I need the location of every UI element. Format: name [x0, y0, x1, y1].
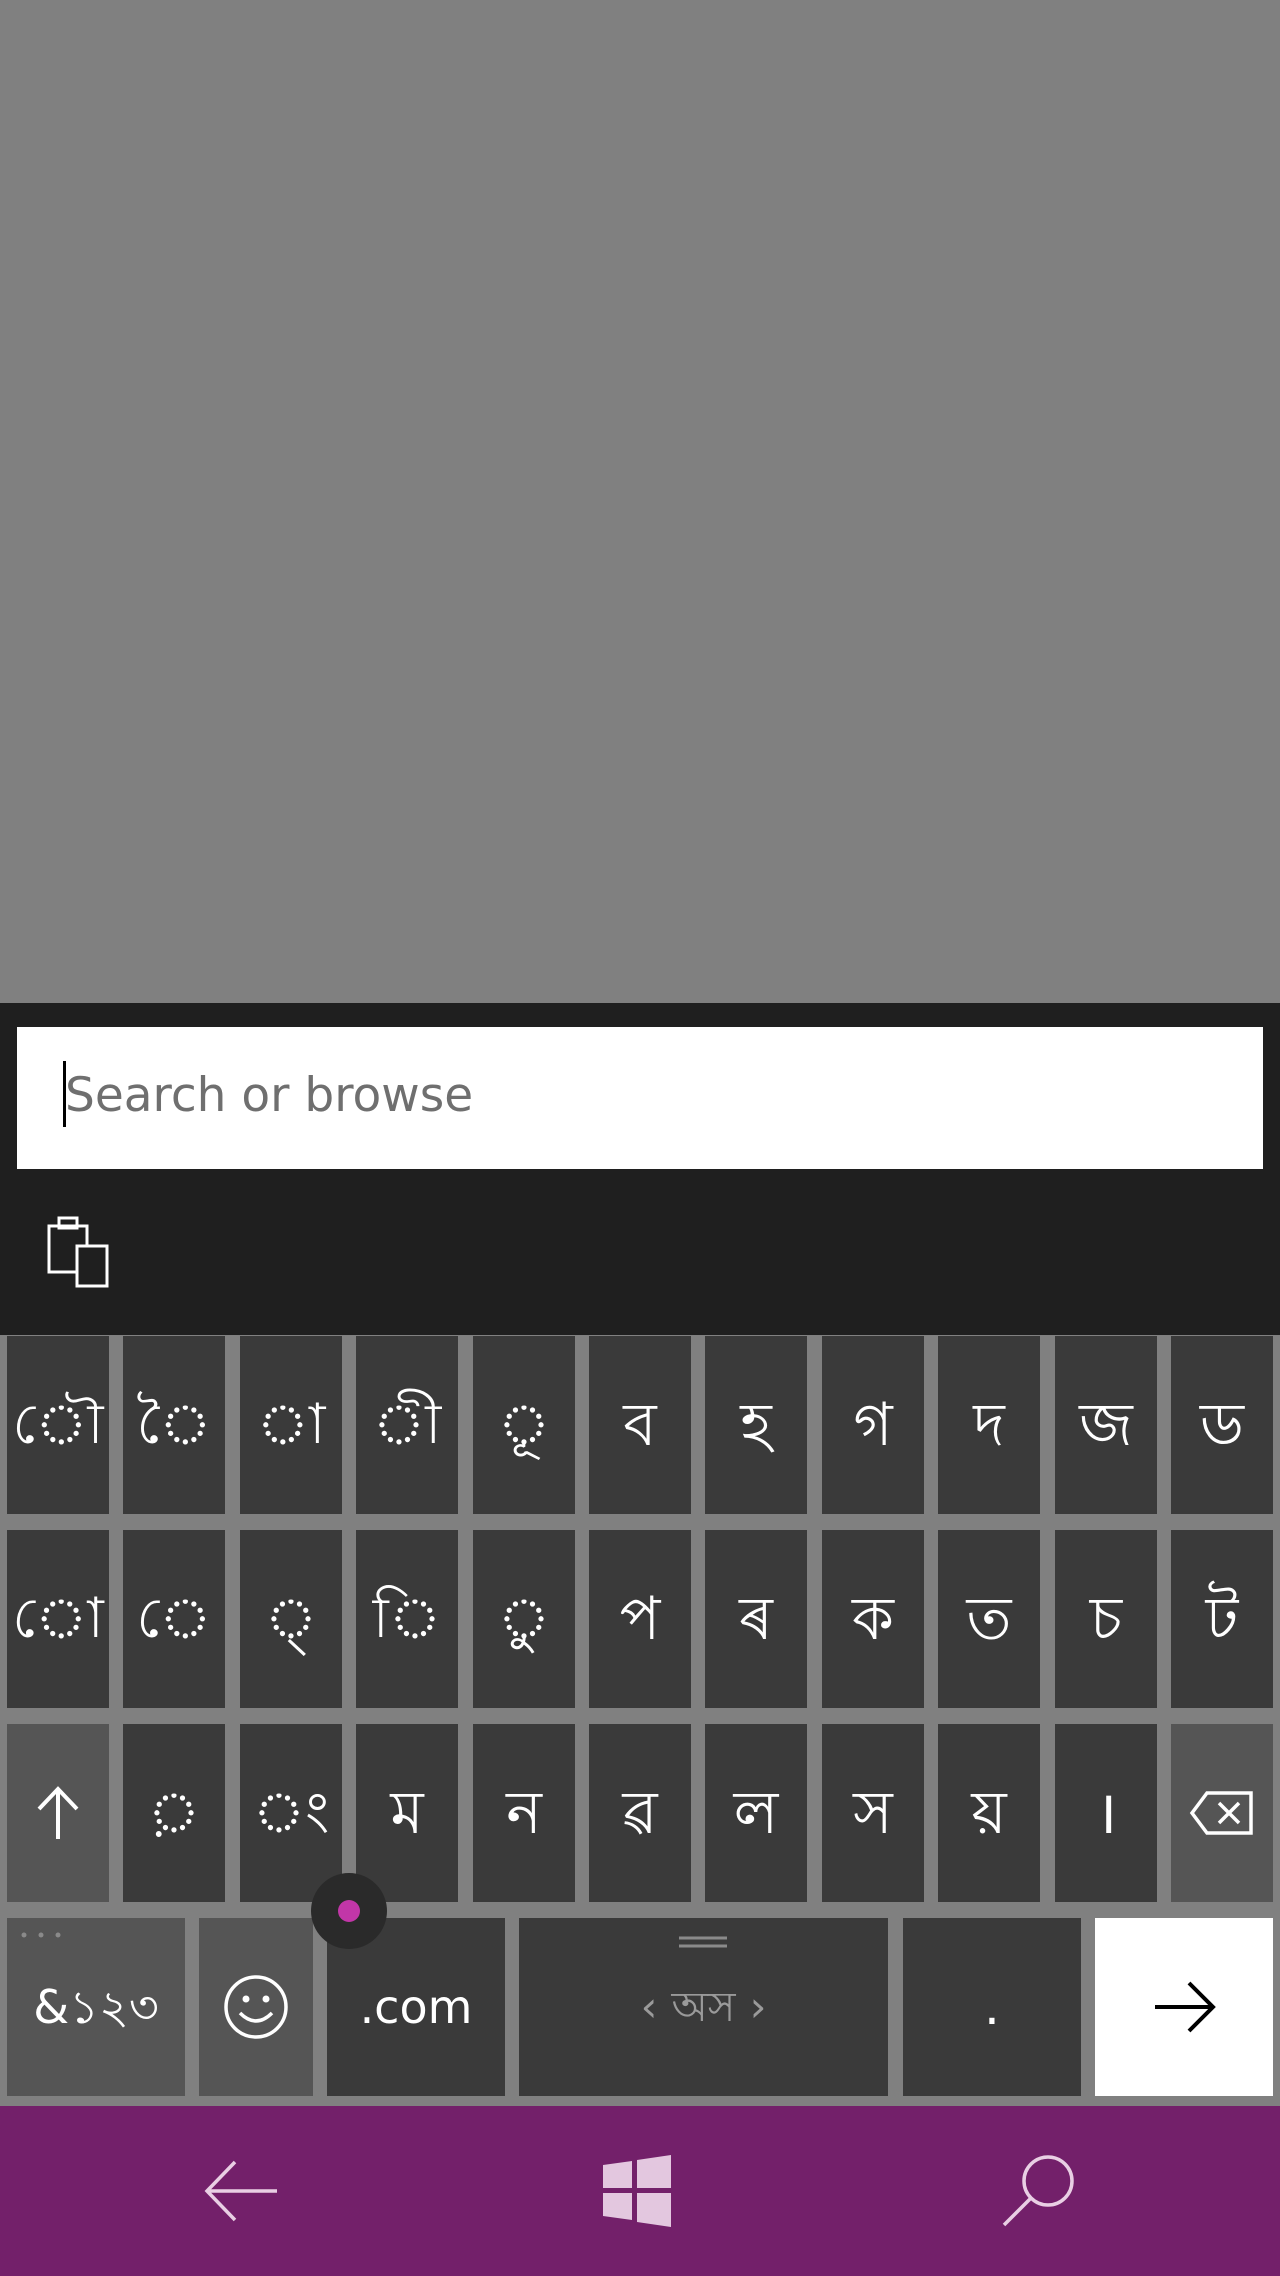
search-icon — [1002, 2155, 1074, 2227]
key-ba[interactable]: ব — [589, 1336, 691, 1514]
key-label: ব — [623, 1390, 657, 1460]
key-label: চ — [1089, 1584, 1123, 1654]
key-label: ় — [147, 1780, 201, 1845]
key-label: ল — [733, 1778, 779, 1848]
key-label: হ — [740, 1390, 772, 1460]
key-ha[interactable]: হ — [705, 1336, 807, 1514]
key-anusvara[interactable]: ং — [240, 1724, 342, 1902]
key-label: ক — [852, 1584, 894, 1654]
key-label: ং — [252, 1780, 330, 1845]
search-input[interactable]: Search or browse — [17, 1027, 1263, 1169]
key-label: স — [853, 1778, 893, 1848]
backspace-key[interactable] — [1171, 1724, 1273, 1902]
key-label: ট — [1205, 1584, 1239, 1654]
key-ka[interactable]: ক — [822, 1530, 924, 1708]
key-label: ূ — [497, 1392, 551, 1457]
key-aa-sign[interactable]: া — [240, 1336, 342, 1514]
key-label: গ — [853, 1390, 893, 1460]
key-na[interactable]: ন — [473, 1724, 575, 1902]
key-danda[interactable]: । — [1055, 1724, 1157, 1902]
key-label: ে — [136, 1586, 212, 1651]
key-label: ৈ — [136, 1392, 212, 1457]
key-label: ৱ — [622, 1778, 658, 1848]
key-label: া — [256, 1392, 326, 1457]
key-ya[interactable]: য় — [938, 1724, 1040, 1902]
key-wa[interactable]: ৱ — [589, 1724, 691, 1902]
search-placeholder: Search or browse — [65, 1068, 474, 1123]
key-ai-sign[interactable]: ৈ — [123, 1336, 225, 1514]
cursor-control-nub[interactable] — [311, 1873, 387, 1949]
key-label: ু — [497, 1586, 551, 1651]
key-u-sign[interactable]: ু — [473, 1530, 575, 1708]
key-sa[interactable]: স — [822, 1724, 924, 1902]
space-grip-icon — [679, 1936, 727, 1948]
key-pa[interactable]: প — [589, 1530, 691, 1708]
symbols-key[interactable]: &১২৩ — [7, 1918, 185, 2096]
key-label: ত — [966, 1584, 1012, 1654]
key-label: ড — [1199, 1390, 1245, 1460]
key-label: প — [619, 1584, 661, 1654]
symbols-key-label: &১২৩ — [33, 1980, 159, 2034]
key-ga[interactable]: গ — [822, 1336, 924, 1514]
period-key[interactable]: . — [903, 1918, 1081, 2096]
clipboard-paste-icon — [47, 1216, 109, 1288]
key-ii-sign[interactable]: ী — [356, 1336, 458, 1514]
key-e-sign[interactable]: ে — [123, 1530, 225, 1708]
key-label: দ — [973, 1390, 1005, 1460]
key-nukta[interactable]: ় — [123, 1724, 225, 1902]
arrow-right-icon — [1155, 1981, 1216, 2033]
more-dots-icon — [21, 1932, 61, 1938]
shift-arrow-icon — [37, 1786, 79, 1839]
key-label: ো — [12, 1586, 104, 1651]
chevron-right-icon: › — [749, 1982, 767, 2031]
key-au-sign[interactable]: ৌ — [7, 1336, 109, 1514]
key-ca[interactable]: চ — [1055, 1530, 1157, 1708]
clipboard-paste-button[interactable] — [36, 1212, 116, 1292]
space-key[interactable]: ‹ অস › — [519, 1918, 888, 2096]
back-button[interactable] — [141, 2106, 341, 2276]
enter-key[interactable] — [1095, 1918, 1273, 2096]
key-i-sign[interactable]: ি — [356, 1530, 458, 1708]
key-label: ন — [506, 1778, 542, 1848]
backspace-icon — [1189, 1791, 1253, 1835]
key-label: ি — [372, 1586, 442, 1651]
start-button[interactable] — [537, 2106, 737, 2276]
page-content-area — [0, 0, 1280, 1003]
key-ta[interactable]: ত — [938, 1530, 1040, 1708]
key-label: য় — [971, 1778, 1007, 1848]
key-ma[interactable]: ম — [356, 1724, 458, 1902]
key-label: ৌ — [12, 1392, 104, 1457]
key-label: ্ — [264, 1586, 318, 1651]
key-dda[interactable]: ড — [1171, 1336, 1273, 1514]
windows-logo-icon — [603, 2155, 671, 2227]
period-key-label: . — [984, 1978, 1000, 2036]
key-uu-sign[interactable]: ূ — [473, 1336, 575, 1514]
space-key-label: অস — [671, 1982, 736, 2031]
key-o-sign[interactable]: ো — [7, 1530, 109, 1708]
key-la[interactable]: ল — [705, 1724, 807, 1902]
navigation-bar — [0, 2106, 1280, 2276]
smiley-icon — [224, 1975, 288, 2039]
key-da[interactable]: দ — [938, 1336, 1040, 1514]
search-button[interactable] — [938, 2106, 1138, 2276]
dotcom-key-label: .com — [359, 1980, 473, 2034]
cursor-control-dot — [338, 1900, 360, 1922]
key-label: জ — [1079, 1390, 1133, 1460]
key-label: ী — [372, 1392, 442, 1457]
key-label: । — [1094, 1778, 1118, 1848]
key-label: ৰ — [739, 1584, 773, 1654]
emoji-key[interactable] — [199, 1918, 313, 2096]
key-tta[interactable]: ট — [1171, 1530, 1273, 1708]
shift-key[interactable] — [7, 1724, 109, 1902]
key-ja[interactable]: জ — [1055, 1336, 1157, 1514]
chevron-left-icon: ‹ — [640, 1982, 658, 2031]
key-ra[interactable]: ৰ — [705, 1530, 807, 1708]
key-virama[interactable]: ্ — [240, 1530, 342, 1708]
back-arrow-icon — [204, 2160, 277, 2222]
key-label: ম — [390, 1778, 424, 1848]
